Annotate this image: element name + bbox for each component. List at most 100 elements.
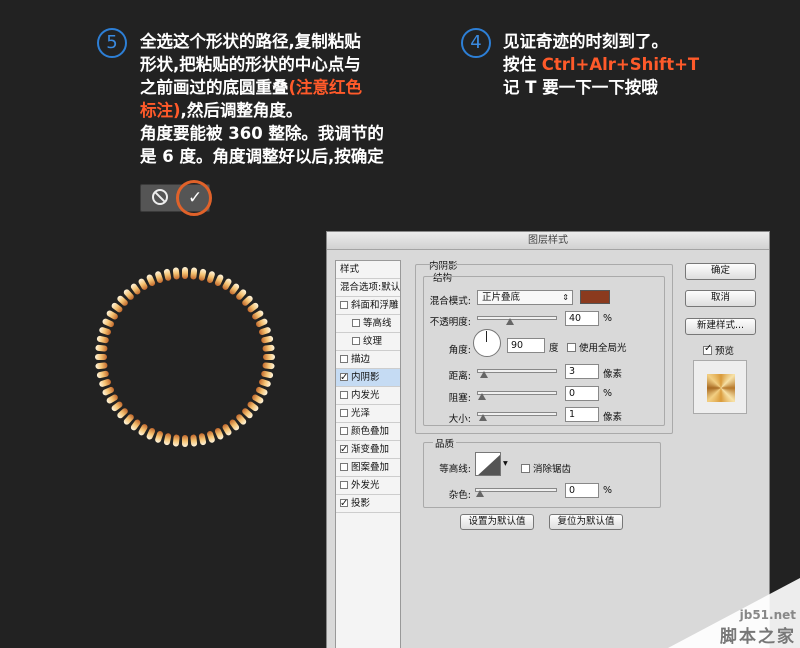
style-checkbox[interactable] (340, 427, 348, 435)
style-list-item[interactable]: 内发光 (336, 387, 400, 405)
style-list-item[interactable]: 混合选项:默认 (336, 279, 400, 297)
blend-mode-select[interactable]: 正片叠底 ⇕ (477, 290, 573, 305)
choke-input[interactable]: 0 (565, 386, 599, 401)
distance-input[interactable]: 3 (565, 364, 599, 379)
anti-alias-box[interactable] (521, 464, 530, 473)
opacity-slider-knob[interactable] (506, 318, 514, 325)
style-checkbox[interactable] (352, 337, 360, 345)
quality-title: 品质 (433, 436, 457, 450)
style-checkbox[interactable] (352, 319, 360, 327)
new-style-button[interactable]: 新建样式... (685, 318, 756, 335)
style-list-item[interactable]: 斜面和浮雕 (336, 297, 400, 315)
step-5-line-4-highlight: 标注) (140, 101, 181, 120)
style-list-item[interactable]: 颜色叠加 (336, 423, 400, 441)
style-list-item-label: 颜色叠加 (351, 426, 390, 437)
style-checkbox[interactable] (340, 391, 348, 399)
style-checkbox[interactable] (340, 463, 348, 471)
noise-input[interactable]: 0 (565, 483, 599, 498)
ring-dash (102, 386, 115, 396)
distance-slider-knob[interactable] (480, 371, 489, 378)
step-5-line-3a: 之前画过的底圆重叠 (140, 78, 289, 97)
style-checkbox[interactable] (340, 495, 348, 512)
angle-label: 角度: (448, 345, 471, 356)
opacity-input[interactable]: 40 (565, 311, 599, 326)
ring-dash (263, 354, 275, 360)
style-list-item[interactable]: 等高线 (336, 315, 400, 333)
step-5-line-3-highlight: (注意红色 (288, 78, 363, 97)
angle-input[interactable]: 90 (507, 338, 545, 353)
contour-picker[interactable] (475, 452, 501, 476)
ring-dash (182, 435, 188, 447)
style-list-item[interactable]: 外发光 (336, 477, 400, 495)
ok-button[interactable]: 确定 (685, 263, 756, 280)
step-4-line-2a: 按住 (503, 55, 542, 74)
step-5-line-6: 是 6 度。角度调整好以后,按确定 (140, 147, 384, 166)
size-slider[interactable] (477, 412, 557, 421)
style-list-item-label: 光泽 (351, 408, 371, 419)
opacity-slider[interactable] (477, 316, 557, 325)
choke-label: 阻塞: (448, 393, 471, 404)
choke-slider-knob[interactable] (478, 393, 486, 400)
make-default-button[interactable]: 设置为默认值 (460, 514, 534, 530)
step-5-line-4b: ,然后调整角度。 (180, 101, 303, 120)
style-list-item[interactable]: 投影 (336, 495, 400, 513)
style-list: 样式 混合选项:默认斜面和浮雕等高线纹理描边内阴影内发光光泽颜色叠加渐变叠加图案… (335, 260, 401, 648)
choke-unit: % (603, 388, 613, 399)
style-list-header[interactable]: 样式 (336, 261, 400, 279)
style-preview-thumbnail (693, 360, 747, 414)
cancel-button[interactable]: 取消 (685, 290, 756, 307)
size-input[interactable]: 1 (565, 407, 599, 422)
commit-transform-icon[interactable]: ✓ (188, 188, 202, 208)
ring-dash (146, 427, 156, 440)
noise-slider[interactable] (475, 488, 557, 497)
style-checkbox[interactable] (340, 409, 348, 417)
style-list-item[interactable]: 图案叠加 (336, 459, 400, 477)
ring-dash (190, 434, 198, 447)
blend-mode-label: 混合模式: (429, 296, 471, 307)
style-list-item[interactable]: 渐变叠加 (336, 441, 400, 459)
style-checkbox[interactable] (340, 369, 348, 386)
preview-label: 预览 (715, 346, 735, 357)
preview-box[interactable] (703, 343, 712, 355)
step-5-line-1: 全选这个形状的路径,复制粘贴 (140, 32, 361, 51)
cancel-transform-icon[interactable] (152, 189, 168, 205)
size-unit: 像素 (603, 412, 623, 423)
watermark-site: jb51.net (739, 608, 796, 622)
ring-dash (95, 354, 107, 360)
ring-dash (163, 433, 172, 446)
style-list-item-label: 外发光 (351, 480, 380, 491)
use-global-light-label: 使用全局光 (579, 343, 627, 354)
shadow-color-swatch[interactable] (580, 290, 610, 304)
choke-slider[interactable] (477, 391, 557, 400)
size-slider-knob[interactable] (478, 414, 487, 421)
anti-alias-checkbox[interactable]: 消除锯齿 (521, 461, 571, 475)
style-list-item[interactable]: 纹理 (336, 333, 400, 351)
ring-dash (99, 327, 111, 335)
style-list-item-label: 投影 (351, 498, 371, 509)
use-global-light-box[interactable] (567, 343, 576, 352)
noise-slider-knob[interactable] (476, 490, 484, 497)
style-list-item-label: 渐变叠加 (351, 444, 390, 455)
ring-dash (155, 271, 163, 283)
style-list-item[interactable]: 光泽 (336, 405, 400, 423)
style-list-item[interactable]: 内阴影 (336, 369, 400, 387)
style-list-item-label: 内阴影 (351, 372, 380, 383)
preview-checkbox[interactable]: 预览 (703, 343, 734, 357)
noise-unit: % (603, 485, 613, 496)
use-global-light-checkbox[interactable]: 使用全局光 (567, 340, 627, 354)
contour-label: 等高线: (439, 464, 471, 475)
reset-default-button[interactable]: 复位为默认值 (549, 514, 623, 530)
distance-slider[interactable] (477, 369, 557, 378)
style-list-item-label: 图案叠加 (351, 462, 390, 473)
style-list-item[interactable]: 描边 (336, 351, 400, 369)
step-5-line-5: 角度要能被 360 整除。我调节的 (140, 124, 384, 143)
ring-dash (163, 268, 172, 281)
style-checkbox[interactable] (340, 481, 348, 489)
angle-dial[interactable] (473, 329, 501, 357)
ring-dash (259, 379, 271, 387)
style-checkbox[interactable] (340, 355, 348, 363)
contour-dropdown-icon[interactable]: ▾ (503, 458, 508, 469)
style-checkbox[interactable] (340, 301, 348, 309)
style-checkbox[interactable] (340, 441, 348, 458)
select-arrows-icon: ⇕ (562, 293, 569, 302)
